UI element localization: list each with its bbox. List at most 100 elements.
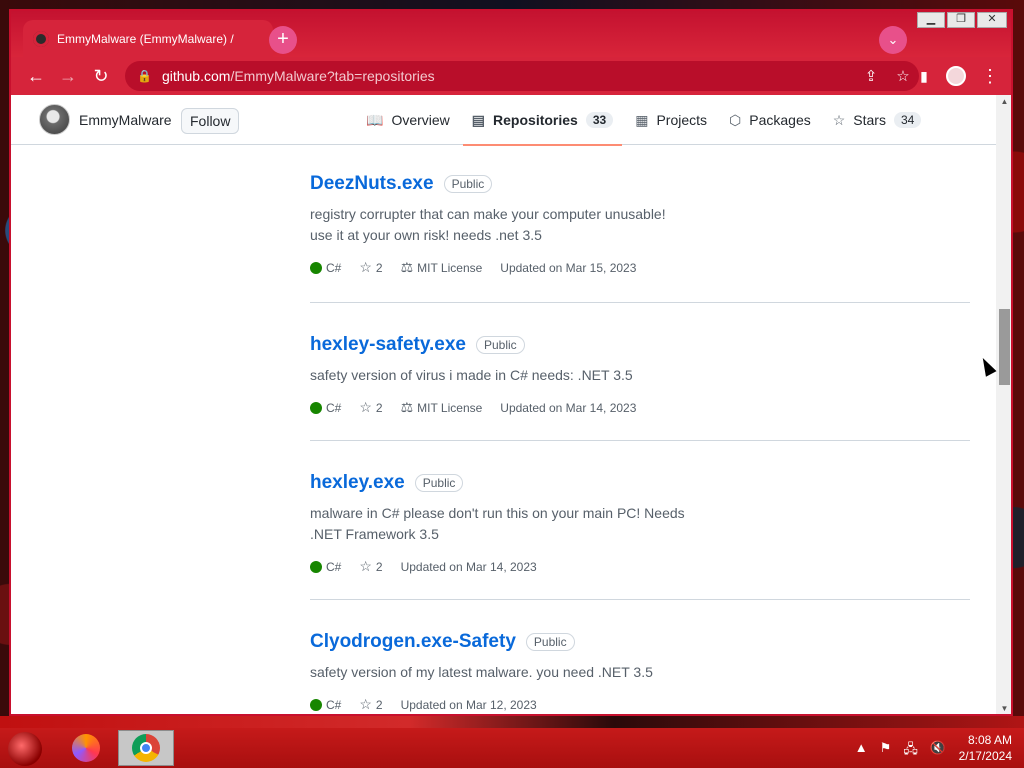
tab-stars[interactable]: ☆ Stars 34: [824, 95, 931, 145]
taskbar-chrome[interactable]: [118, 730, 174, 766]
language-color-dot: [310, 698, 322, 711]
follow-button[interactable]: Follow: [181, 108, 240, 134]
browser-window: EmmyMalware (EmmyMalware) / + ⌄ ▁ ❐ ✕ ← …: [9, 9, 1013, 716]
license-label: MIT License: [417, 400, 483, 415]
repo-name-link[interactable]: Clyodrogen.exe-Safety: [310, 631, 516, 653]
menu-kebab-icon[interactable]: ⋮: [977, 63, 1003, 89]
reload-icon[interactable]: ↻: [88, 63, 114, 89]
star-icon: ☆: [359, 558, 372, 574]
tab-projects[interactable]: ▦ Projects: [626, 95, 716, 145]
repo-description: malware in C# please don't run this on y…: [310, 505, 685, 542]
new-tab-button[interactable]: +: [269, 26, 297, 54]
star-count: 2: [375, 400, 383, 415]
volume-muted-icon[interactable]: 🔇: [930, 740, 946, 762]
scroll-down-arrow-icon[interactable]: ▼: [996, 702, 1011, 714]
profile-nav-tabs: 📖 Overview ▤ Repositories 33 ▦ Projects ⬡ Packag…: [357, 95, 934, 146]
profile-username[interactable]: EmmyMalware: [79, 112, 172, 128]
tab-overview[interactable]: 📖 Overview: [357, 95, 459, 145]
repo-name-link[interactable]: hexley-safety.exe: [310, 334, 466, 356]
browser-toolbar: ← → ↻ 🔒 github.com/EmmyMalware?tab=repos…: [11, 57, 1011, 95]
table-icon: ▦: [635, 111, 649, 128]
repo-meta: C# ☆ 2 ⚖ MIT License Updated on Mar 15, 2023: [310, 259, 970, 276]
visibility-badge: Public: [414, 474, 464, 492]
repo-language: C#: [310, 261, 341, 275]
clock-date: 2/17/2024: [958, 749, 1012, 763]
repo-description: safety version of virus i made in C# nee…: [310, 367, 633, 383]
repo-header: DeezNuts.exe Public: [310, 173, 970, 195]
profile-avatar-icon[interactable]: [946, 66, 966, 86]
taskbar-firefox[interactable]: [58, 730, 114, 766]
repo-language: C#: [310, 560, 341, 574]
scrollbar-thumb[interactable]: [999, 309, 1010, 385]
avatar[interactable]: [39, 104, 70, 135]
system-tray: ▲ ⚑ 🖧 🔇: [855, 740, 946, 762]
repo-license: ⚖ MIT License: [401, 259, 483, 276]
close-button[interactable]: ✕: [977, 12, 1007, 28]
license-label: MIT License: [417, 260, 483, 275]
scroll-up-arrow-icon[interactable]: ▲: [996, 95, 1011, 109]
repo-name-link[interactable]: DeezNuts.exe: [310, 173, 434, 195]
back-arrow-icon[interactable]: ←: [23, 63, 49, 89]
taskbar: ▲ ⚑ 🖧 🔇 8:08 AM 2/17/2024: [0, 728, 1024, 768]
star-count: 2: [375, 260, 383, 275]
address-bar[interactable]: 🔒 github.com/EmmyMalware?tab=repositorie…: [125, 61, 919, 91]
forward-arrow-icon[interactable]: →: [55, 63, 81, 89]
repo-description: safety version of my latest malware. you…: [310, 664, 653, 680]
tab-repositories[interactable]: ▤ Repositories 33: [462, 95, 623, 146]
tab-label: Packages: [749, 112, 811, 128]
repo-updated: Updated on Mar 12, 2023: [400, 697, 537, 712]
language-label: C#: [326, 559, 342, 574]
url-host: github.com: [161, 68, 231, 84]
action-center-flag-icon[interactable]: ⚑: [880, 740, 892, 762]
visibility-badge: Public: [525, 633, 575, 651]
url-path: /EmmyMalware?tab=repositories: [230, 68, 435, 84]
repo-list-item: Clyodrogen.exe-Safety Public safety versio…: [310, 600, 970, 714]
repo-updated: Updated on Mar 14, 2023: [500, 400, 637, 415]
visibility-badge: Public: [443, 175, 493, 193]
repo-list-item: hexley.exe Public malware in C# please don…: [310, 441, 970, 600]
repo-name-link[interactable]: hexley.exe: [310, 472, 405, 494]
tab-label: Projects: [656, 112, 708, 128]
repo-stars[interactable]: ☆ 2: [359, 259, 382, 276]
repo-meta: C# ☆ 2 Updated on Mar 14, 2023: [310, 558, 970, 575]
vertical-scrollbar[interactable]: ▲ ▼: [996, 95, 1011, 714]
language-label: C#: [326, 260, 342, 275]
package-icon: ⬡: [729, 111, 742, 128]
repo-updated: Updated on Mar 14, 2023: [400, 559, 537, 574]
tray-expand-icon[interactable]: ▲: [855, 740, 868, 762]
repo-stars[interactable]: ☆ 2: [359, 696, 382, 713]
tab-search-button[interactable]: ⌄: [879, 26, 907, 54]
repo-list-item: DeezNuts.exe Public registry corrupter tha…: [310, 145, 970, 303]
taskbar-clock[interactable]: 8:08 AM 2/17/2024: [959, 732, 1012, 764]
restore-button[interactable]: ❐: [947, 12, 975, 28]
repo-description: registry corrupter that can make your co…: [310, 206, 666, 243]
repo-updated: Updated on Mar 15, 2023: [500, 260, 637, 275]
repo-language: C#: [310, 698, 341, 712]
start-button[interactable]: [8, 732, 42, 766]
tab-label: Overview: [391, 112, 450, 128]
clock-time: 8:08 AM: [967, 733, 1012, 747]
repo-stars[interactable]: ☆ 2: [359, 558, 382, 575]
tab-title: EmmyMalware (EmmyMalware) /: [57, 31, 234, 46]
network-icon[interactable]: 🖧: [903, 740, 918, 762]
language-label: C#: [326, 697, 342, 712]
firefox-icon: [72, 734, 100, 762]
repo-header: Clyodrogen.exe-Safety Public: [310, 631, 970, 653]
repo-stars[interactable]: ☆ 2: [359, 399, 382, 416]
language-color-dot: [310, 560, 322, 573]
browser-tab[interactable]: EmmyMalware (EmmyMalware) /: [23, 20, 273, 57]
profile-header-bar: EmmyMalware Follow 📖 Overview ▤ Repositorie…: [11, 95, 996, 146]
share-icon[interactable]: ⇪: [855, 67, 887, 85]
book-icon: 📖: [366, 111, 384, 128]
tab-count-badge: 34: [893, 112, 922, 128]
page-content: EmmyMalware Follow 📖 Overview ▤ Repositorie…: [11, 95, 996, 714]
star-count: 2: [375, 697, 383, 712]
tab-label: Repositories: [493, 112, 578, 128]
side-panel-icon[interactable]: ▮: [911, 63, 937, 89]
tab-packages[interactable]: ⬡ Packages: [720, 95, 820, 145]
visibility-badge: Public: [475, 336, 525, 354]
minimize-button[interactable]: ▁: [917, 12, 945, 28]
url-text: github.com/EmmyMalware?tab=repositories: [162, 68, 855, 84]
star-icon: ☆: [359, 399, 372, 415]
law-scale-icon: ⚖: [400, 399, 414, 415]
